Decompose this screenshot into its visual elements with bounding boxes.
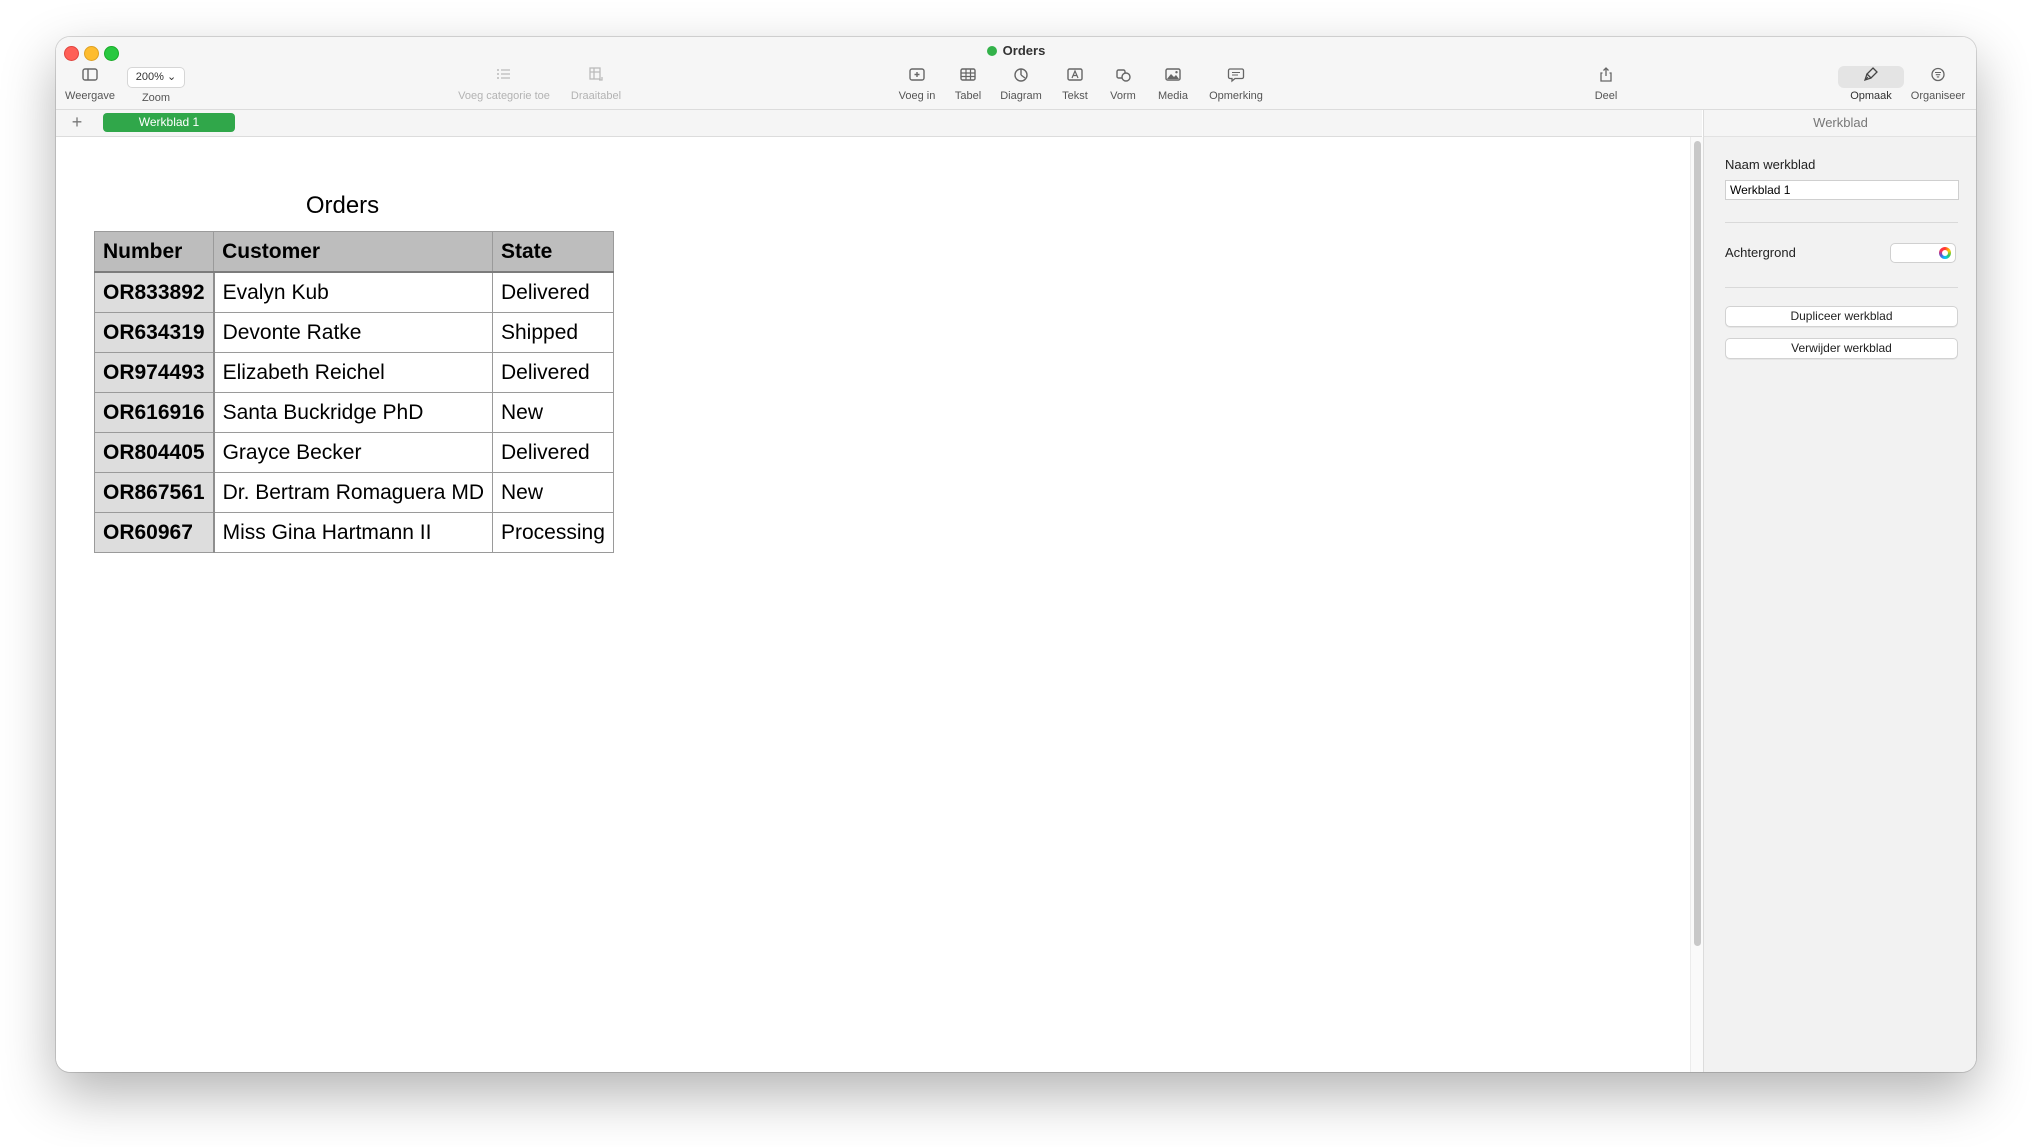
cell-number[interactable]: OR833892	[93, 271, 215, 313]
shape-button[interactable]: Vorm	[1103, 65, 1143, 102]
media-button[interactable]: Media	[1151, 65, 1195, 102]
cell-customer[interactable]: Evalyn Kub	[213, 271, 493, 313]
column-header-number[interactable]: Number	[93, 231, 215, 273]
share-button[interactable]: Deel	[1586, 65, 1626, 102]
cell-number[interactable]: OR867561	[93, 472, 215, 513]
list-icon	[497, 69, 510, 79]
table-title[interactable]: Orders	[94, 192, 591, 220]
table-row: OR60967 Miss Gina Hartmann II Processing	[93, 512, 614, 553]
comment-icon	[1227, 68, 1245, 83]
cell-state[interactable]: Delivered	[491, 432, 614, 473]
table-row: OR833892 Evalyn Kub Delivered	[93, 271, 614, 313]
table-row: OR634319 Devonte Ratke Shipped	[93, 312, 614, 353]
sidebar-header: Werkblad	[1704, 110, 1976, 137]
sidebar-divider	[1725, 287, 1958, 288]
paintbrush-icon	[1863, 67, 1878, 82]
insert-icon	[909, 68, 925, 81]
organize-icon	[1931, 67, 1945, 82]
cell-customer[interactable]: Miss Gina Hartmann II	[213, 512, 493, 553]
cell-number[interactable]: OR974493	[93, 352, 215, 393]
sheet-canvas[interactable]: Orders Number Customer State OR833892 Ev…	[56, 137, 1690, 1072]
view-button[interactable]: Weergave	[63, 65, 117, 102]
format-button[interactable]: Opmaak	[1841, 65, 1901, 102]
pivot-table-icon	[589, 67, 603, 81]
pie-chart-icon	[1014, 68, 1028, 82]
cell-state[interactable]: Delivered	[491, 352, 614, 393]
delete-sheet-button[interactable]: Verwijder werkblad	[1725, 338, 1958, 359]
cell-state[interactable]: New	[491, 392, 614, 433]
cell-number[interactable]: OR804405	[93, 432, 215, 473]
sheet-name-field[interactable]: Werkblad 1	[1725, 180, 1959, 200]
background-label: Achtergrond	[1725, 245, 1796, 260]
cell-customer[interactable]: Grayce Becker	[213, 432, 493, 473]
tab-werkblad-1[interactable]: Werkblad 1	[103, 113, 235, 132]
sheet-name-label: Naam werkblad	[1725, 157, 1816, 172]
cell-state[interactable]: Shipped	[491, 312, 614, 353]
document-icon	[986, 46, 997, 56]
zoom-label: Zoom	[141, 92, 171, 104]
sidebar-divider	[1725, 222, 1958, 223]
cell-customer[interactable]: Elizabeth Reichel	[213, 352, 493, 393]
table-icon	[960, 68, 976, 81]
cell-number[interactable]: OR616916	[93, 392, 215, 433]
toolbar: Orders Weergave 200% ⌄ Zoom Voeg categor…	[56, 37, 1976, 110]
insert-button[interactable]: Voeg in	[892, 65, 942, 102]
zoom-select[interactable]: 200% ⌄	[127, 67, 185, 88]
cell-state[interactable]: Processing	[491, 512, 614, 553]
table-row: OR974493 Elizabeth Reichel Delivered	[93, 352, 614, 393]
text-button[interactable]: Tekst	[1055, 65, 1095, 102]
duplicate-sheet-button[interactable]: Dupliceer werkblad	[1725, 306, 1958, 327]
orders-table[interactable]: Number Customer State OR833892 Evalyn Ku…	[93, 231, 614, 553]
chevron-down-icon: ⌄	[166, 71, 177, 83]
sheet-tab-bar: + Werkblad 1	[56, 110, 1702, 137]
window-title: Orders	[56, 43, 1976, 58]
column-header-state[interactable]: State	[491, 231, 614, 273]
color-wheel-icon[interactable]	[1939, 247, 1951, 259]
text-box-icon	[1067, 68, 1083, 81]
cell-number[interactable]: OR634319	[93, 312, 215, 353]
cell-customer[interactable]: Devonte Ratke	[213, 312, 493, 353]
pivot-table-button[interactable]: Draaitabel	[566, 65, 626, 102]
shapes-icon	[1116, 69, 1131, 82]
cell-state[interactable]: Delivered	[491, 271, 614, 313]
chart-button[interactable]: Diagram	[996, 65, 1046, 102]
share-icon	[1600, 67, 1612, 82]
add-sheet-button[interactable]: +	[66, 111, 88, 133]
background-color-well[interactable]	[1890, 243, 1956, 263]
sidebar-view-icon	[82, 68, 98, 81]
vertical-scrollbar[interactable]	[1690, 137, 1703, 1072]
numbers-window: Orders Weergave 200% ⌄ Zoom Voeg categor…	[56, 37, 1976, 1072]
cell-customer[interactable]: Dr. Bertram Romaguera MD	[213, 472, 493, 513]
table-row: OR804405 Grayce Becker Delivered	[93, 432, 614, 473]
scrollbar-thumb[interactable]	[1694, 141, 1701, 946]
organize-button[interactable]: Organiseer	[1906, 65, 1970, 102]
table-header-row: Number Customer State	[93, 231, 614, 273]
column-header-customer[interactable]: Customer	[213, 231, 493, 273]
add-category-button[interactable]: Voeg categorie toe	[454, 65, 554, 102]
table-button[interactable]: Tabel	[948, 65, 988, 102]
comment-button[interactable]: Opmerking	[1202, 65, 1270, 102]
format-sidebar: Werkblad Naam werkblad Werkblad 1 Achter…	[1703, 110, 1976, 1072]
table-row: OR616916 Santa Buckridge PhD New	[93, 392, 614, 433]
table-row: OR867561 Dr. Bertram Romaguera MD New	[93, 472, 614, 513]
cell-state[interactable]: New	[491, 472, 614, 513]
cell-customer[interactable]: Santa Buckridge PhD	[213, 392, 493, 433]
cell-number[interactable]: OR60967	[93, 512, 215, 553]
photo-icon	[1165, 68, 1181, 81]
